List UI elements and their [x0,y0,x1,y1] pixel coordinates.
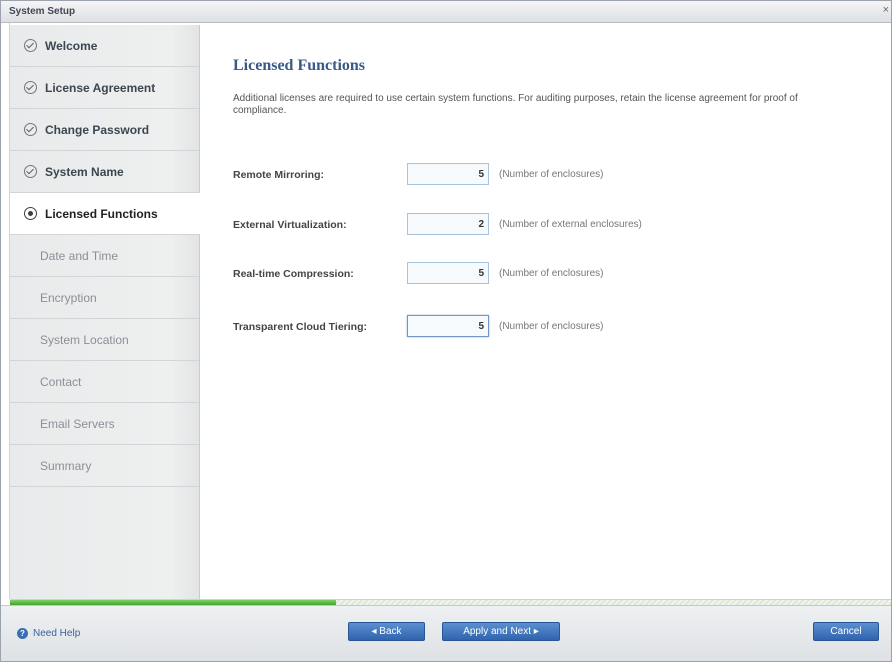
step-email-servers: Email Servers [10,403,199,445]
step-welcome[interactable]: Welcome [10,25,199,67]
step-label: System Location [40,332,129,347]
wizard-footer: ? Need Help ◂ Back Apply and Next ▸ Canc… [1,605,891,661]
apply-and-next-button[interactable]: Apply and Next ▸ [442,622,560,641]
field-hint: (Number of enclosures) [499,321,604,332]
step-system-location: System Location [10,319,199,361]
field-label: Remote Mirroring: [233,169,325,181]
field-label: Real-time Compression: [233,268,354,280]
step-licensed-functions[interactable]: Licensed Functions [10,193,200,235]
field-hint: (Number of external enclosures) [499,219,642,230]
cancel-button[interactable]: Cancel [813,622,879,641]
need-help-link[interactable]: ? Need Help [17,628,80,639]
wizard-steps-sidebar: Welcome License Agreement Change Passwor… [10,25,200,599]
step-label: Contact [40,374,82,389]
step-system-name[interactable]: System Name [10,151,199,193]
step-label: Encryption [40,290,97,305]
field-row-real-time-compression: Real-time Compression: (Number of enclos… [233,262,873,286]
page-title: Licensed Functions [233,57,366,74]
field-row-external-virtualization: External Virtualization: (Number of exte… [233,213,873,237]
need-help-label: Need Help [33,628,81,639]
step-license-agreement[interactable]: License Agreement [10,67,199,109]
step-date-and-time: Date and Time [10,235,199,277]
title-bar: System Setup × [1,1,891,23]
external-virtualization-input[interactable] [407,213,489,235]
step-label: Date and Time [40,248,119,263]
check-circle-icon [24,81,37,94]
window-left-edge [1,23,10,599]
real-time-compression-input[interactable] [407,262,489,284]
field-hint: (Number of enclosures) [499,268,604,279]
system-setup-window: System Setup × Welcome License Agreement… [0,0,892,662]
field-label: External Virtualization: [233,219,347,231]
page-description: Additional licenses are required to use … [233,93,798,116]
step-label: Email Servers [40,416,115,431]
check-circle-icon [24,165,37,178]
step-label: Licensed Functions [45,206,158,221]
step-summary: Summary [10,445,199,487]
transparent-cloud-tiering-input[interactable] [407,315,489,337]
current-step-icon [24,207,37,220]
main-content: Licensed Functions Additional licenses a… [201,25,891,599]
step-label: Change Password [45,122,150,137]
back-button[interactable]: ◂ Back [348,622,425,641]
step-label: System Name [45,164,124,179]
field-hint: (Number of enclosures) [499,169,604,180]
step-label: Summary [40,458,92,473]
field-label: Transparent Cloud Tiering: [233,321,367,333]
step-contact: Contact [10,361,199,403]
step-change-password[interactable]: Change Password [10,109,199,151]
close-icon[interactable]: × [883,4,889,16]
step-label: Welcome [45,38,98,53]
remote-mirroring-input[interactable] [407,163,489,185]
help-icon: ? [17,628,28,639]
check-circle-icon [24,123,37,136]
field-row-transparent-cloud-tiering: Transparent Cloud Tiering: (Number of en… [233,315,873,339]
step-encryption: Encryption [10,277,199,319]
check-circle-icon [24,39,37,52]
step-label: License Agreement [45,80,156,95]
window-title: System Setup [9,6,76,17]
field-row-remote-mirroring: Remote Mirroring: (Number of enclosures) [233,163,873,187]
